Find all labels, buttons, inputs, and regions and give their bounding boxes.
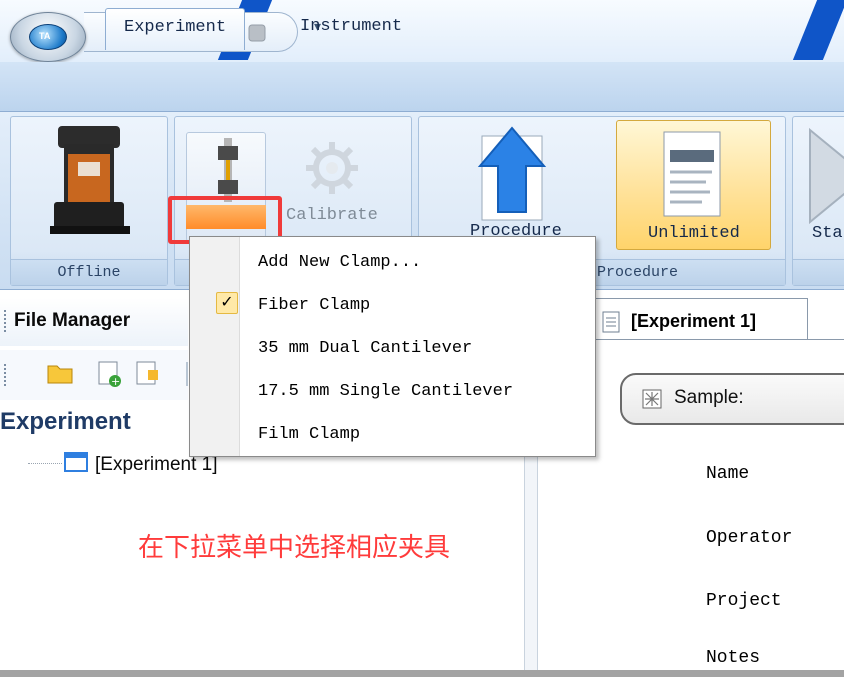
group-label-run — [793, 259, 844, 285]
clamp-dropdown-menu: ✓ Add New Clamp... Fiber Clamp 35 mm Dua… — [189, 236, 596, 457]
menu-icon-gutter — [190, 237, 240, 456]
file-manager-title: File Manager — [14, 310, 131, 331]
calibrate-label[interactable]: Calibrate — [286, 206, 378, 225]
menu-item-add-new-clamp[interactable]: Add New Clamp... — [240, 241, 595, 284]
document-icon — [602, 311, 620, 333]
ribbon-tab-strip — [0, 62, 844, 112]
app-orb-button[interactable]: TA — [10, 12, 86, 62]
menu-item-film-clamp[interactable]: Film Clamp — [240, 413, 595, 456]
sample-label: Sample: — [674, 387, 744, 408]
document-icon — [663, 131, 721, 217]
add-file-icon[interactable]: + — [96, 360, 122, 388]
collapse-icon[interactable] — [642, 389, 662, 409]
toolbar-separator — [186, 362, 188, 386]
grip-icon — [4, 364, 7, 386]
field-label-project: Project — [706, 591, 782, 611]
stop-icon[interactable] — [246, 23, 268, 43]
document-tab-label: [Experiment 1] — [631, 311, 757, 331]
start-label[interactable]: Start — [812, 224, 844, 243]
field-label-operator: Operator — [706, 528, 793, 548]
tab-experiment[interactable]: Experiment — [105, 8, 246, 50]
field-label-notes: Notes — [706, 648, 761, 668]
experiment-section-title: Experiment — [0, 408, 131, 435]
experiment-section-heading: Experiment — [0, 404, 188, 444]
upload-arrow-icon[interactable] — [476, 126, 548, 226]
file-manager-toolbar: + — [0, 350, 188, 400]
tree-connector — [28, 463, 62, 464]
gear-icon — [306, 142, 358, 194]
svg-text:+: + — [111, 375, 120, 388]
file-manager-header: File Manager — [0, 298, 188, 346]
clamp-icon — [218, 138, 238, 202]
window-icon — [64, 452, 88, 472]
grip-icon — [4, 310, 7, 332]
tree-item-label[interactable]: [Experiment 1] — [95, 454, 218, 476]
play-icon[interactable] — [806, 126, 844, 226]
folder-icon[interactable] — [46, 360, 74, 386]
group-label-offline: Offline — [11, 259, 167, 285]
menu-item-17-5mm-single-cantilever[interactable]: 17.5 mm Single Cantilever — [240, 370, 595, 413]
menu-item-fiber-clamp[interactable]: Fiber Clamp — [240, 284, 595, 327]
sample-section-header[interactable]: Sample: — [620, 373, 844, 425]
check-icon: ✓ — [216, 292, 238, 314]
bottom-border — [0, 670, 844, 677]
menu-item-35mm-dual-cantilever[interactable]: 35 mm Dual Cantilever — [240, 327, 595, 370]
instrument-icon[interactable] — [50, 126, 130, 236]
document-tab[interactable]: [Experiment 1] — [594, 298, 808, 340]
header-decoration — [792, 0, 844, 60]
field-label-name: Name — [706, 464, 750, 484]
annotation-text: 在下拉菜单中选择相应夹具 — [138, 532, 451, 562]
tab-instrument[interactable]: Instrument — [282, 8, 420, 50]
unlimited-label: Unlimited — [648, 224, 740, 243]
edit-file-icon[interactable] — [134, 360, 160, 388]
